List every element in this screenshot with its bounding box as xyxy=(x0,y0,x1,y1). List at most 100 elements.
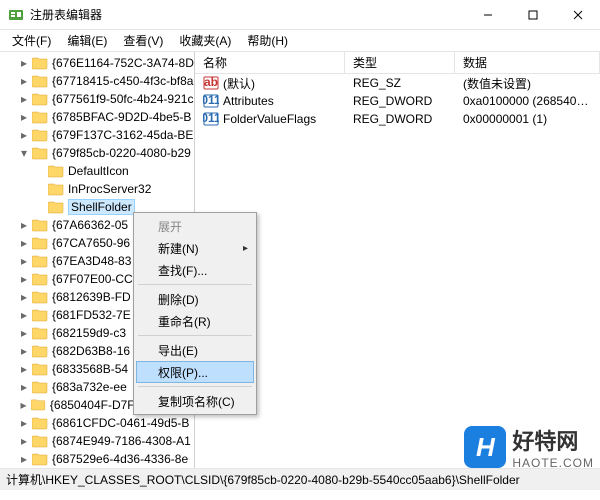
menu-edit[interactable]: 编辑(E) xyxy=(59,30,115,51)
expand-closed-icon[interactable]: ▸ xyxy=(18,237,30,249)
tree-node[interactable]: ▸{6874E949-7186-4308-A1 xyxy=(0,432,194,450)
col-name[interactable]: 名称 xyxy=(195,52,345,73)
folder-icon xyxy=(32,254,48,268)
expand-closed-icon[interactable]: ▸ xyxy=(18,327,30,339)
tree-node-label: {681FD532-7E xyxy=(52,308,131,322)
svg-text:ab: ab xyxy=(204,75,218,89)
tree-node-label: InProcServer32 xyxy=(68,182,151,196)
cm-delete[interactable]: 删除(D) xyxy=(136,288,254,310)
expand-closed-icon[interactable]: ▸ xyxy=(18,255,30,267)
expand-closed-icon[interactable]: ▸ xyxy=(18,219,30,231)
value-type: REG_DWORD xyxy=(345,94,455,108)
folder-icon xyxy=(32,56,48,70)
value-type: REG_SZ xyxy=(345,76,455,90)
tree-node[interactable]: ▾{679f85cb-0220-4080-b29 xyxy=(0,144,194,162)
status-path: 计算机\HKEY_CLASSES_ROOT\CLSID\{679f85cb-02… xyxy=(6,471,520,488)
expand-closed-icon[interactable]: ▸ xyxy=(18,417,30,429)
menu-favorites[interactable]: 收藏夹(A) xyxy=(171,30,239,51)
expand-closed-icon[interactable]: ▸ xyxy=(18,399,29,411)
tree-node-label: {677561f9-50fc-4b24-921c xyxy=(52,92,193,106)
folder-icon xyxy=(32,74,48,88)
tree-node-label: {67F07E00-CC xyxy=(52,272,133,286)
value-name: Attributes xyxy=(223,94,274,108)
value-data: 0xa0100000 (2685403136) xyxy=(455,94,600,108)
tree-node[interactable]: ▸ {677561f9-50fc-4b24-921c xyxy=(0,90,194,108)
folder-icon xyxy=(32,146,48,160)
expand-closed-icon[interactable]: ▸ xyxy=(18,291,30,303)
cm-sep xyxy=(138,386,252,387)
tree-node[interactable]: ▸DefaultIcon xyxy=(0,162,194,180)
menu-file[interactable]: 文件(F) xyxy=(4,30,59,51)
expand-closed-icon[interactable]: ▸ xyxy=(18,273,30,285)
cm-permissions[interactable]: 权限(P)... xyxy=(136,361,254,383)
expand-closed-icon[interactable]: ▸ xyxy=(18,75,30,87)
tree-node[interactable]: ▸{67718415-c450-4f3c-bf8a xyxy=(0,72,194,90)
folder-icon xyxy=(32,110,48,124)
folder-icon xyxy=(32,218,48,232)
list-row[interactable]: ab(默认)REG_SZ(数值未设置) xyxy=(195,74,600,92)
tree-node[interactable]: ▸{679F137C-3162-45da-BE xyxy=(0,126,194,144)
statusbar: 计算机\HKEY_CLASSES_ROOT\CLSID\{679f85cb-02… xyxy=(0,468,600,490)
folder-icon xyxy=(31,398,46,412)
col-type[interactable]: 类型 xyxy=(345,52,455,73)
expand-closed-icon[interactable]: ▸ xyxy=(18,111,30,123)
tree-node-label: ShellFolder xyxy=(68,199,135,215)
binary-value-icon: 011 xyxy=(203,111,219,127)
tree-node[interactable]: ▸ {687529e6-4d36-4336-8e xyxy=(0,450,194,468)
expand-closed-icon[interactable]: ▸ xyxy=(18,363,30,375)
tree-node-label: {682159d9-c3 xyxy=(52,326,126,340)
tree-node[interactable]: ▸ {6785BFAC-9D2D-4be5-B xyxy=(0,108,194,126)
menu-view[interactable]: 查看(V) xyxy=(115,30,171,51)
cm-rename[interactable]: 重命名(R) xyxy=(136,310,254,332)
folder-icon xyxy=(32,434,48,448)
minimize-button[interactable] xyxy=(465,0,510,30)
expand-open-icon[interactable]: ▾ xyxy=(18,147,30,159)
submenu-arrow-icon: ▸ xyxy=(243,243,248,254)
svg-text:011: 011 xyxy=(203,111,219,125)
tree-node[interactable]: ▸ InProcServer32 xyxy=(0,180,194,198)
folder-icon xyxy=(48,164,64,178)
cm-find[interactable]: 查找(F)... xyxy=(136,259,254,281)
close-button[interactable] xyxy=(555,0,600,30)
value-name: FolderValueFlags xyxy=(223,112,316,126)
tree-node-label: {6861CFDC-0461-49d5-B xyxy=(52,416,189,430)
expand-closed-icon[interactable]: ▸ xyxy=(18,93,30,105)
tree-node[interactable]: ▸{676E1164-752C-3A74-8D xyxy=(0,54,194,72)
folder-icon xyxy=(48,182,64,196)
list-row[interactable]: 011 Attributes REG_DWORD0xa0100000 (268540… xyxy=(195,92,600,110)
client-area: ▸{676E1164-752C-3A74-8D▸{67718415-c450-4… xyxy=(0,52,600,468)
binary-value-icon: 011 xyxy=(203,93,219,109)
cm-copy-key-name[interactable]: 复制项名称(C) xyxy=(136,390,254,412)
list-row[interactable]: 011FolderValueFlagsREG_DWORD0x00000001 (… xyxy=(195,110,600,128)
expand-closed-icon: ▸ xyxy=(34,201,46,213)
expand-closed-icon[interactable]: ▸ xyxy=(18,309,30,321)
tree-node-label: {67EA3D48-83 xyxy=(52,254,131,268)
cm-expand: 展开 xyxy=(136,215,254,237)
expand-closed-icon: ▸ xyxy=(34,183,46,195)
cm-sep xyxy=(138,335,252,336)
expand-closed-icon[interactable]: ▸ xyxy=(18,381,30,393)
cm-export[interactable]: 导出(E) xyxy=(136,339,254,361)
folder-icon xyxy=(32,416,48,430)
cm-sep xyxy=(138,284,252,285)
tree-node-label: {687529e6-4d36-4336-8e xyxy=(52,452,188,466)
list-body: ab(默认)REG_SZ(数值未设置)011AttributesREG_DWOR… xyxy=(195,74,600,128)
tree-node-label: {6785BFAC-9D2D-4be5-B xyxy=(52,110,191,124)
menu-help[interactable]: 帮助(H) xyxy=(239,30,296,51)
tree-node-label: {6833568B-54 xyxy=(52,362,128,376)
tree-node[interactable]: ▸ {6861CFDC-0461-49d5-B xyxy=(0,414,194,432)
maximize-button[interactable] xyxy=(510,0,555,30)
col-data[interactable]: 数据 xyxy=(455,52,600,73)
tree-node-label: {67A66362-05 xyxy=(52,218,128,232)
window-title: 注册表编辑器 xyxy=(30,6,465,23)
folder-icon xyxy=(32,290,48,304)
folder-icon xyxy=(32,236,48,250)
cm-new[interactable]: 新建(N)▸ xyxy=(136,237,254,259)
expand-closed-icon[interactable]: ▸ xyxy=(18,345,30,357)
expand-closed-icon[interactable]: ▸ xyxy=(18,435,30,447)
expand-closed-icon[interactable]: ▸ xyxy=(18,129,30,141)
expand-closed-icon[interactable]: ▸ xyxy=(18,453,30,465)
expand-closed-icon[interactable]: ▸ xyxy=(18,57,30,69)
value-name: (默认) xyxy=(223,75,255,92)
menubar: 文件(F) 编辑(E) 查看(V) 收藏夹(A) 帮助(H) xyxy=(0,30,600,52)
